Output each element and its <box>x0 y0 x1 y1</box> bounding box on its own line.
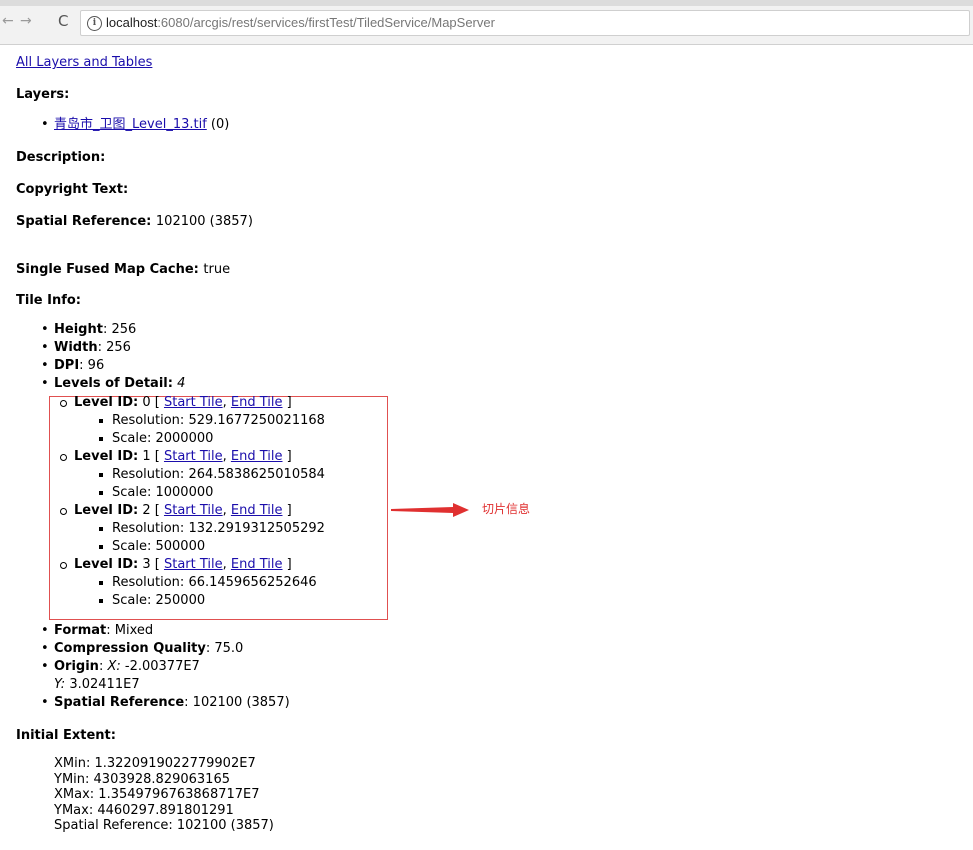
height-value: : 256 <box>102 322 137 337</box>
spatial-reference-label: Spatial Reference: <box>16 214 152 229</box>
format-value: : Mixed <box>106 623 154 638</box>
level-details: Resolution: 529.1677250021168 Scale: 200… <box>74 412 325 448</box>
list-item: 青岛市_卫图_Level_13.tif (0) <box>36 116 229 134</box>
list-item: Width: 256 <box>36 339 636 357</box>
fused-cache-row: Single Fused Map Cache: true <box>16 261 230 279</box>
level-item: Level ID: 2 [ Start Tile, End Tile ] Res… <box>56 502 325 556</box>
list-item: Origin: X: -2.00377E7Y: 3.02411E7 <box>36 658 290 694</box>
info-icon[interactable]: i <box>87 16 102 31</box>
description-label: Description: <box>16 150 106 165</box>
origin-x-value: -2.00377E7 <box>124 659 200 674</box>
end-tile-link[interactable]: End Tile <box>231 395 283 410</box>
resolution-item: Resolution: 264.5838625010584 <box>94 466 325 484</box>
origin-x-label: X: <box>107 659 121 674</box>
forward-icon[interactable]: → <box>20 13 32 29</box>
format-label: Format <box>54 623 107 638</box>
end-tile-link[interactable]: End Tile <box>231 449 283 464</box>
extent-spatial-reference: Spatial Reference: 102100 (3857) <box>54 818 274 833</box>
origin-y-value: 3.02411E7 <box>69 677 140 692</box>
reload-icon[interactable]: C <box>58 12 68 30</box>
list-item: Spatial Reference: 102100 (3857) <box>36 694 290 712</box>
list-item: Height: 256 <box>36 321 636 339</box>
initial-extent-values: XMin: 1.3220919022779902E7 YMin: 4303928… <box>54 756 274 834</box>
level-id-value: 0 <box>142 395 151 410</box>
layers-heading: Layers: <box>16 87 70 102</box>
level-id-label: Level ID: <box>74 449 139 464</box>
dpi-value: : 96 <box>79 358 105 373</box>
tile-info-list-continued: Format: Mixed Compression Quality: 75.0 … <box>36 622 290 712</box>
level-id-value: 3 <box>142 557 151 572</box>
level-item: Level ID: 1 [ Start Tile, End Tile ] Res… <box>56 448 325 502</box>
list-item: Compression Quality: 75.0 <box>36 640 290 658</box>
width-label: Width <box>54 340 98 355</box>
list-item: DPI: 96 <box>36 357 636 375</box>
lod-label: Levels of Detail: <box>54 376 173 391</box>
list-item: Levels of Detail: 4 <box>36 375 636 393</box>
all-layers-link[interactable]: All Layers and Tables <box>16 54 152 72</box>
level-details: Resolution: 132.2919312505292 Scale: 500… <box>74 520 325 556</box>
end-tile-link[interactable]: End Tile <box>231 503 283 518</box>
resolution-item: Resolution: 132.2919312505292 <box>94 520 325 538</box>
tab-strip <box>0 0 973 6</box>
start-tile-link[interactable]: Start Tile <box>164 449 223 464</box>
extent-ymax: YMax: 4460297.891801291 <box>54 802 234 818</box>
compression-label: Compression Quality <box>54 641 206 656</box>
level-id-label: Level ID: <box>74 395 139 410</box>
url-text[interactable]: localhost:6080/arcgis/rest/services/firs… <box>106 15 495 30</box>
tile-info-list: Height: 256 Width: 256 DPI: 96 Levels of… <box>36 321 636 393</box>
level-id-value: 1 <box>142 449 151 464</box>
level-id-value: 2 <box>142 503 151 518</box>
level-id-label: Level ID: <box>74 557 139 572</box>
start-tile-link[interactable]: Start Tile <box>164 557 223 572</box>
browser-toolbar: ← → C i localhost:6080/arcgis/rest/servi… <box>0 0 973 45</box>
level-item: Level ID: 3 [ Start Tile, End Tile ] Res… <box>56 556 325 610</box>
start-tile-link[interactable]: Start Tile <box>164 395 223 410</box>
extent-xmax: XMax: 1.3549796763868717E7 <box>54 787 260 802</box>
tile-sr-value: : 102100 (3857) <box>184 695 290 710</box>
end-tile-link[interactable]: End Tile <box>231 557 283 572</box>
extent-xmin: XMin: 1.3220919022779902E7 <box>54 756 256 771</box>
layers-list: 青岛市_卫图_Level_13.tif (0) <box>36 116 229 134</box>
level-id-label: Level ID: <box>74 503 139 518</box>
resolution-item: Resolution: 529.1677250021168 <box>94 412 325 430</box>
lod-value: 4 <box>177 376 186 391</box>
scale-item: Scale: 1000000 <box>94 484 325 502</box>
initial-extent-heading: Initial Extent: <box>16 728 116 743</box>
back-icon[interactable]: ← <box>2 13 14 29</box>
level-details: Resolution: 264.5838625010584 Scale: 100… <box>74 466 325 502</box>
dpi-label: DPI <box>54 358 80 373</box>
scale-item: Scale: 250000 <box>94 592 325 610</box>
annotation-label: 切片信息 <box>482 502 531 516</box>
width-value: : 256 <box>97 340 131 355</box>
levels-of-detail-list: Level ID: 0 [ Start Tile, End Tile ] Res… <box>56 394 325 610</box>
arrow-icon <box>391 503 469 517</box>
address-bar[interactable]: i localhost:6080/arcgis/rest/services/fi… <box>80 10 970 36</box>
origin-label: Origin <box>54 659 99 674</box>
tile-info-heading: Tile Info: <box>16 293 81 308</box>
scale-item: Scale: 2000000 <box>94 430 325 448</box>
compression-value: : 75.0 <box>205 641 244 656</box>
fused-cache-label: Single Fused Map Cache: <box>16 262 199 277</box>
resolution-item: Resolution: 66.1459656252646 <box>94 574 325 592</box>
origin-y-label: Y: <box>54 677 66 692</box>
start-tile-link[interactable]: Start Tile <box>164 503 223 518</box>
level-item: Level ID: 0 [ Start Tile, End Tile ] Res… <box>56 394 325 448</box>
tile-sr-label: Spatial Reference <box>54 695 185 710</box>
spatial-reference-row: Spatial Reference: 102100 (3857) <box>16 213 253 231</box>
layer-id: (0) <box>210 117 230 132</box>
scale-item: Scale: 500000 <box>94 538 325 556</box>
level-details: Resolution: 66.1459656252646 Scale: 2500… <box>74 574 325 610</box>
extent-ymin: YMin: 4303928.829063165 <box>54 771 230 787</box>
list-item: Format: Mixed <box>36 622 290 640</box>
spatial-reference-value: 102100 (3857) <box>155 214 253 229</box>
layer-link[interactable]: 青岛市_卫图_Level_13.tif <box>54 117 207 132</box>
copyright-label: Copyright Text: <box>16 182 129 197</box>
height-label: Height <box>54 322 103 337</box>
fused-cache-value: true <box>203 262 231 277</box>
